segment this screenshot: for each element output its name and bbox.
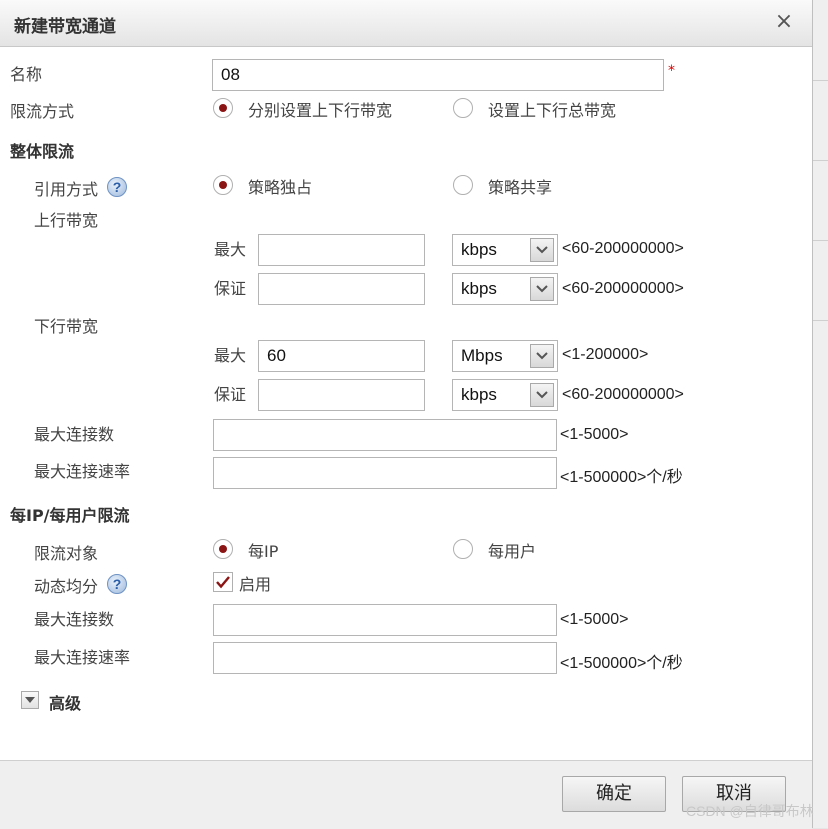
- downstream-guarantee-unit-select[interactable]: kbps: [452, 379, 558, 411]
- per-ip-max-connections-input[interactable]: [213, 604, 557, 636]
- limit-mode-total-radio[interactable]: [453, 98, 473, 118]
- limit-mode-label: 限流方式: [10, 102, 75, 121]
- downstream-max-unit-select[interactable]: Mbps: [452, 340, 558, 372]
- upstream-guarantee-unit-select[interactable]: kbps: [452, 273, 558, 305]
- overall-max-conn-rate-label: 最大连接速率: [34, 462, 131, 481]
- advanced-label[interactable]: 高级: [49, 690, 81, 714]
- per-ip-limit-section-title: 每IP/每用户限流: [10, 506, 130, 525]
- limit-target-per-user-label[interactable]: 每用户: [488, 538, 536, 562]
- overall-limit-section-title: 整体限流: [10, 142, 75, 161]
- advanced-expand-icon[interactable]: [21, 691, 39, 709]
- downstream-guarantee-unit-value: kbps: [461, 385, 497, 404]
- background-divider: [812, 80, 828, 81]
- per-ip-max-connections-range: <1-5000>: [560, 611, 629, 628]
- overall-max-conn-rate-range: <1-500000>个/秒: [560, 469, 683, 486]
- chevron-down-icon[interactable]: [530, 238, 554, 262]
- limit-target-per-ip-radio[interactable]: [213, 539, 233, 559]
- upstream-bandwidth-label: 上行带宽: [34, 211, 99, 230]
- ref-mode-label: 引用方式: [34, 180, 99, 199]
- upstream-max-range: <60-200000000>: [562, 240, 684, 257]
- dynamic-share-checkbox[interactable]: [213, 572, 233, 592]
- name-input[interactable]: 08: [212, 59, 664, 91]
- background-divider: [812, 320, 828, 321]
- per-ip-max-connections-label: 最大连接数: [34, 610, 115, 629]
- ref-mode-shared-radio[interactable]: [453, 175, 473, 195]
- dynamic-share-label: 动态均分: [34, 577, 99, 596]
- downstream-guarantee-input[interactable]: [258, 379, 425, 411]
- chevron-down-icon[interactable]: [530, 344, 554, 368]
- dialog-title: 新建带宽通道: [14, 17, 116, 37]
- limit-mode-separate-radio[interactable]: [213, 98, 233, 118]
- upstream-max-input[interactable]: [258, 234, 425, 266]
- overall-max-connections-label: 最大连接数: [34, 425, 115, 444]
- close-icon[interactable]: ×: [770, 8, 798, 36]
- ref-mode-exclusive-radio[interactable]: [213, 175, 233, 195]
- upstream-guarantee-unit-value: kbps: [461, 279, 497, 298]
- background-page: [812, 0, 828, 828]
- background-divider: [812, 160, 828, 161]
- ok-button[interactable]: 确定: [562, 776, 666, 812]
- chevron-down-icon[interactable]: [530, 277, 554, 301]
- help-icon[interactable]: ?: [107, 574, 127, 594]
- downstream-max-unit-value: Mbps: [461, 346, 503, 365]
- upstream-guarantee-range: <60-200000000>: [562, 280, 684, 297]
- overall-max-connections-input[interactable]: [213, 419, 557, 451]
- help-icon[interactable]: ?: [107, 177, 127, 197]
- limit-target-per-ip-label[interactable]: 每IP: [248, 538, 278, 562]
- downstream-max-range: <1-200000>: [562, 346, 649, 363]
- downstream-guarantee-range: <60-200000000>: [562, 386, 684, 403]
- overall-max-conn-rate-input[interactable]: [213, 457, 557, 489]
- downstream-bandwidth-label: 下行带宽: [34, 317, 99, 336]
- overall-max-connections-range: <1-5000>: [560, 426, 629, 443]
- required-mark: *: [668, 63, 675, 79]
- limit-mode-total-label[interactable]: 设置上下行总带宽: [488, 97, 616, 121]
- limit-target-label: 限流对象: [34, 544, 99, 563]
- bandwidth-channel-dialog: 新建带宽通道 × 名称 08 * 限流方式 分别设置上下行带宽 设置上下行总带宽…: [0, 0, 813, 829]
- ref-mode-exclusive-label[interactable]: 策略独占: [248, 174, 312, 198]
- per-ip-max-conn-rate-range: <1-500000>个/秒: [560, 655, 683, 672]
- downstream-max-label: 最大: [214, 346, 247, 365]
- checkmark-icon: [216, 576, 230, 589]
- ref-mode-shared-label[interactable]: 策略共享: [488, 174, 552, 198]
- per-ip-max-conn-rate-input[interactable]: [213, 642, 557, 674]
- watermark: CSDN @自律哥布林: [686, 803, 814, 819]
- name-label: 名称: [10, 65, 43, 84]
- upstream-guarantee-label: 保证: [214, 279, 247, 298]
- dynamic-share-enable-label[interactable]: 启用: [239, 571, 271, 595]
- downstream-guarantee-label: 保证: [214, 385, 247, 404]
- limit-target-per-user-radio[interactable]: [453, 539, 473, 559]
- downstream-max-input[interactable]: 60: [258, 340, 425, 372]
- upstream-guarantee-input[interactable]: [258, 273, 425, 305]
- dialog-titlebar: 新建带宽通道 ×: [0, 0, 812, 47]
- upstream-max-unit-select[interactable]: kbps: [452, 234, 558, 266]
- per-ip-max-conn-rate-label: 最大连接速率: [34, 648, 131, 667]
- upstream-max-label: 最大: [214, 240, 247, 259]
- background-divider: [812, 240, 828, 241]
- limit-mode-separate-label[interactable]: 分别设置上下行带宽: [248, 97, 392, 121]
- chevron-down-icon[interactable]: [530, 383, 554, 407]
- upstream-max-unit-value: kbps: [461, 240, 497, 259]
